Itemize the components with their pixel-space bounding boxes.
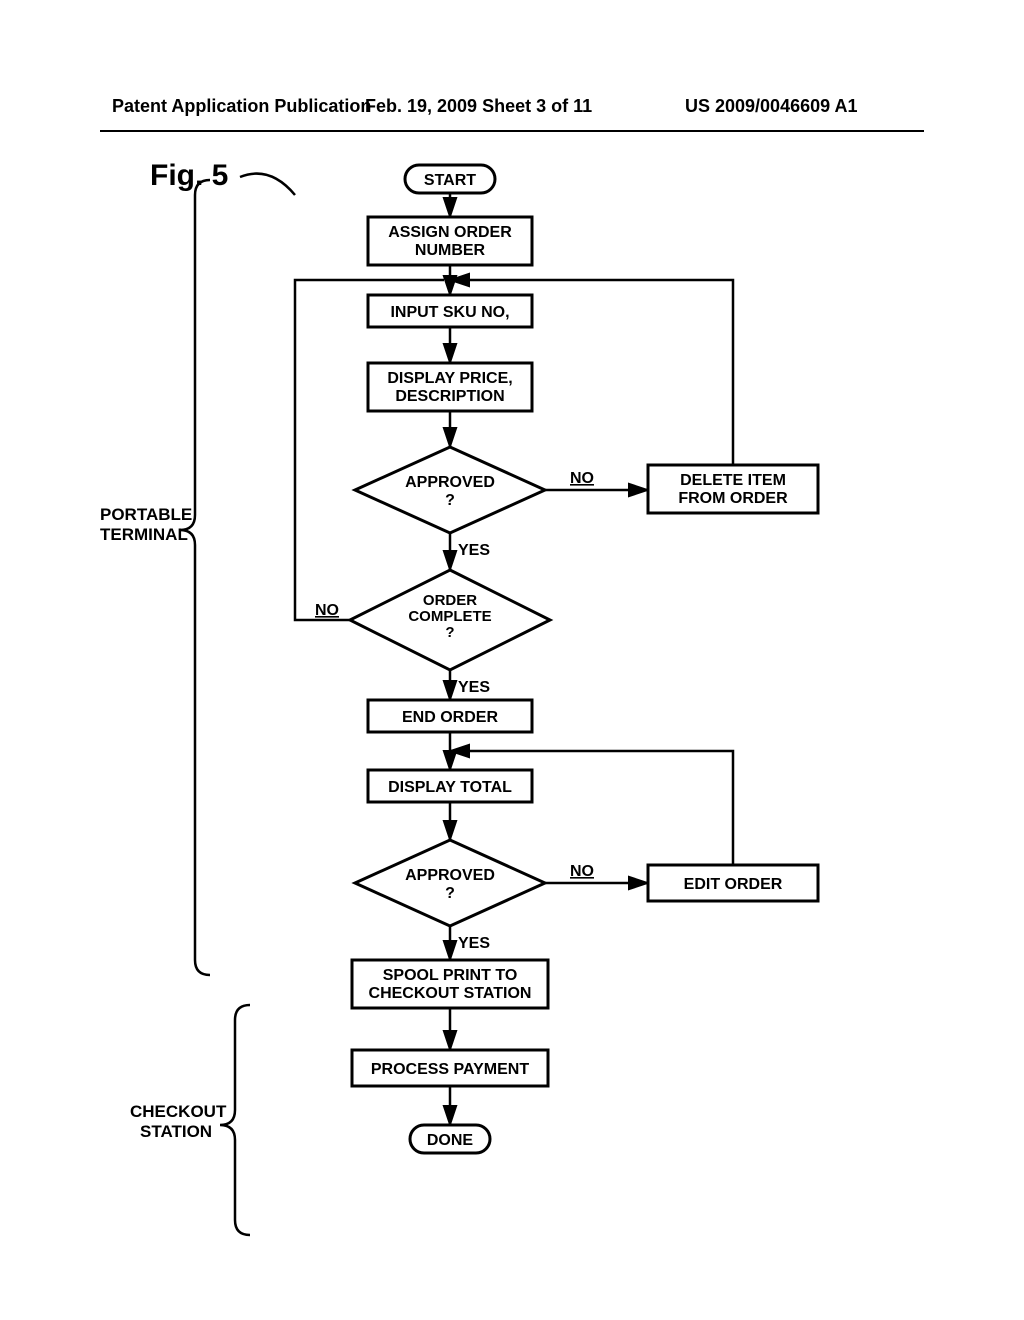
- figure-leader: [240, 174, 295, 195]
- node-order-complete: ORDERCOMPLETE?: [350, 570, 550, 670]
- svg-text:START: START: [424, 172, 476, 189]
- figure-label: Fig. 5: [150, 159, 228, 192]
- header-date-sheet: Feb. 19, 2009 Sheet 3 of 11: [365, 96, 592, 117]
- node-delete-item: DELETE ITEMFROM ORDER: [648, 465, 818, 513]
- node-approved-1: APPROVED?: [355, 447, 545, 533]
- node-display-price: DISPLAY PRICE,DESCRIPTION: [368, 363, 532, 411]
- node-spool: SPOOL PRINT TOCHECKOUT STATION: [352, 960, 548, 1008]
- node-edit-order: EDIT ORDER: [648, 865, 818, 901]
- edge-ordercomplete-no: [295, 280, 444, 620]
- label-no-2: NO: [315, 602, 339, 619]
- group-checkout-label: CHECKOUTSTATION: [130, 1102, 227, 1141]
- svg-text:DONE: DONE: [427, 1132, 474, 1149]
- label-no-3: NO: [570, 863, 594, 880]
- label-yes-1: YES: [458, 542, 490, 559]
- label-yes-2: YES: [458, 679, 490, 696]
- node-done: DONE: [410, 1125, 490, 1153]
- edge-editorder-loop: [456, 751, 733, 865]
- svg-text:END ORDER: END ORDER: [402, 709, 498, 726]
- node-display-total: DISPLAY TOTAL: [368, 770, 532, 802]
- header-rule: [100, 130, 924, 132]
- svg-text:DELETE ITEMFROM ORDER: DELETE ITEMFROM ORDER: [678, 472, 788, 507]
- flowchart: Fig. 5 PORTABLETERMINAL CHECKOUTSTATION …: [100, 145, 924, 1275]
- node-end-order: END ORDER: [368, 700, 532, 732]
- label-yes-3: YES: [458, 935, 490, 952]
- node-assign: ASSIGN ORDERNUMBER: [368, 217, 532, 265]
- header-left: Patent Application Publication: [112, 96, 371, 117]
- header-pubnum: US 2009/0046609 A1: [685, 96, 857, 117]
- node-approved-2: APPROVED?: [355, 840, 545, 926]
- node-input-sku: INPUT SKU NO,: [368, 295, 532, 327]
- svg-text:INPUT SKU NO,: INPUT SKU NO,: [390, 304, 509, 321]
- svg-text:DISPLAY TOTAL: DISPLAY TOTAL: [388, 779, 512, 796]
- svg-text:DISPLAY PRICE,DESCRIPTION: DISPLAY PRICE,DESCRIPTION: [387, 370, 512, 405]
- node-process-payment: PROCESS PAYMENT: [352, 1050, 548, 1086]
- node-start: START: [405, 165, 495, 193]
- group-portable-label: PORTABLETERMINAL: [100, 505, 192, 544]
- svg-text:EDIT ORDER: EDIT ORDER: [684, 876, 783, 893]
- label-no-1: NO: [570, 470, 594, 487]
- brace-portable: [180, 180, 210, 975]
- svg-text:PROCESS PAYMENT: PROCESS PAYMENT: [371, 1061, 529, 1078]
- svg-text:SPOOL PRINT TOCHECKOUT STATION: SPOOL PRINT TOCHECKOUT STATION: [369, 967, 532, 1002]
